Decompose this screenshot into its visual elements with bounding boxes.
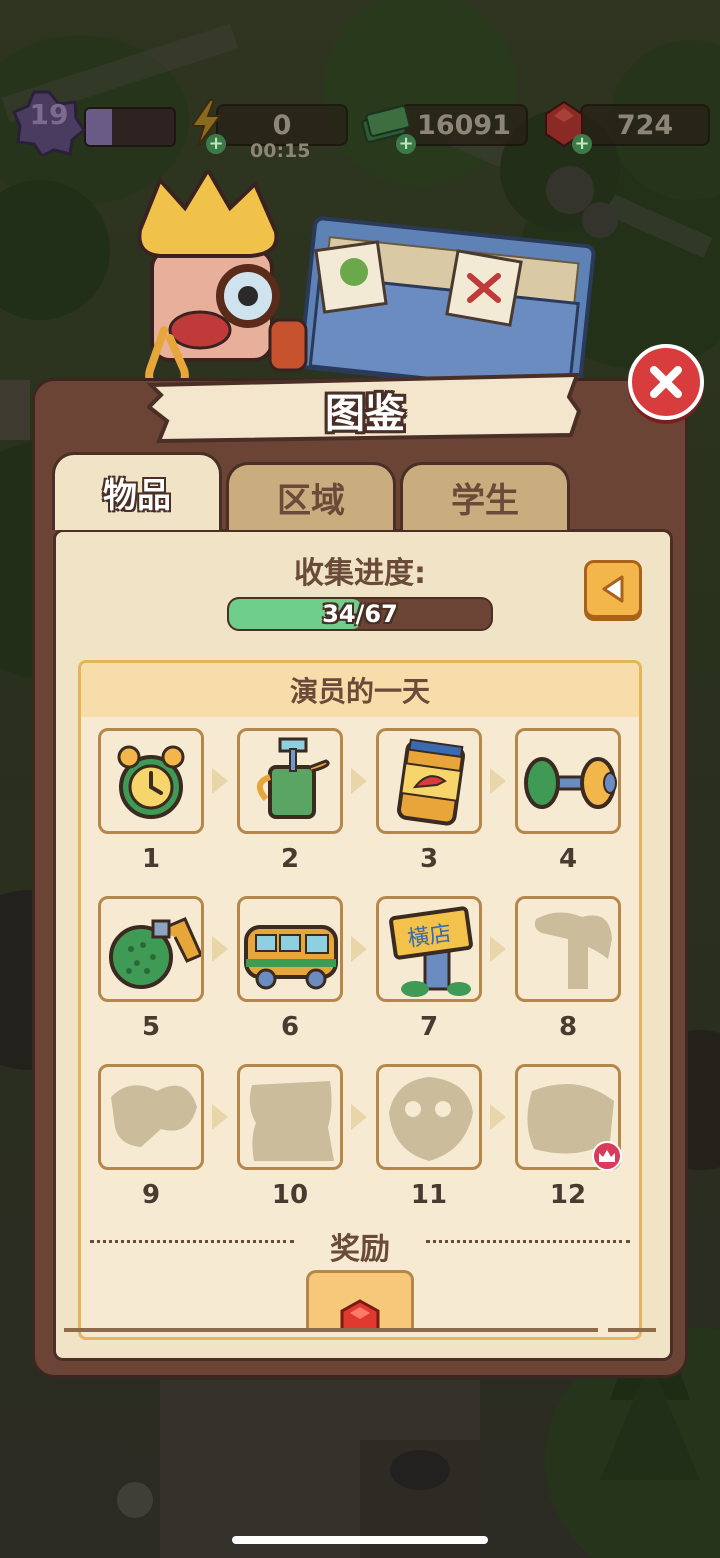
shower-head-icon: [109, 917, 201, 989]
collection-progress-text: 34/67: [322, 600, 398, 628]
alarm-clock-icon: [117, 745, 185, 819]
hengdian-sign-icon: 橫店: [389, 906, 473, 997]
crown-badge-icon: [592, 1141, 622, 1171]
sequence-arrow-icon: [351, 1104, 367, 1130]
collection-item-slot[interactable]: [515, 1064, 622, 1171]
divider: [426, 1240, 630, 1243]
sequence-arrow-icon: [351, 936, 367, 962]
collection-item-number: 7: [419, 1012, 439, 1042]
locked-silhouette-icon: [389, 1077, 473, 1161]
collection-set-title: 演员的一天: [81, 663, 639, 717]
collection-item-number: 9: [141, 1180, 161, 1210]
collection-item-number: 5: [141, 1012, 161, 1042]
collection-item-slot[interactable]: [98, 728, 204, 834]
sequence-arrow-icon: [212, 936, 228, 962]
collection-item-slot[interactable]: [376, 728, 482, 834]
xp-progress-bar: [84, 107, 176, 147]
arrow-left-icon: [602, 575, 624, 603]
ruby-gem-icon: [340, 1299, 380, 1330]
cash-value: 16091: [417, 109, 511, 141]
collection-item-slot[interactable]: [98, 896, 204, 1002]
toothbrush-cup-icon: [257, 737, 330, 819]
energy-drink-can-icon: [397, 738, 465, 826]
tab-items[interactable]: 物品: [52, 452, 222, 530]
gem-counter[interactable]: 724: [580, 104, 710, 146]
collection-item-number: 6: [280, 1012, 300, 1042]
collection-item-number: 4: [558, 844, 578, 874]
dumbbell-icon: [524, 757, 617, 809]
collection-item-number: 1: [141, 844, 161, 874]
collection-item-number: 12: [549, 1180, 587, 1210]
add-gems-icon[interactable]: +: [572, 134, 592, 154]
add-cash-icon[interactable]: +: [396, 134, 416, 154]
previous-button[interactable]: [584, 560, 642, 618]
collection-item-slot[interactable]: [376, 1064, 482, 1170]
collection-item-number: 3: [419, 844, 439, 874]
reward-title: 奖励: [330, 1232, 390, 1267]
collection-item-number: 11: [410, 1180, 448, 1210]
locked-silhouette-icon: [249, 1081, 334, 1161]
tab-students-label: 学生: [451, 481, 519, 521]
gem-value: 724: [616, 109, 674, 141]
reward-slot[interactable]: [306, 1270, 414, 1330]
collection-item-slot[interactable]: [515, 728, 621, 834]
tab-items-label: 物品: [103, 476, 171, 516]
locked-silhouette-icon: [534, 912, 612, 989]
dialog-title: 图鉴: [325, 391, 405, 437]
title-banner: 图鉴: [147, 371, 583, 443]
tab-students[interactable]: 学生: [400, 462, 570, 530]
collection-progress-bar: 34/67: [227, 597, 493, 631]
home-indicator[interactable]: [232, 1536, 488, 1544]
energy-timer: 00:15: [250, 140, 311, 162]
energy-value: 0: [272, 109, 292, 141]
top-hud: 19 0 + 00:15 16091 + 724 +: [0, 90, 720, 162]
xp-progress-fill: [86, 109, 113, 145]
divider: [64, 1328, 598, 1332]
cash-counter[interactable]: 16091: [400, 104, 528, 146]
collection-item-slot[interactable]: 橫店: [376, 896, 482, 1002]
header-illustration: [130, 166, 610, 398]
sequence-arrow-icon: [212, 768, 228, 794]
collection-item-number: 2: [280, 844, 300, 874]
collection-item-slot[interactable]: [237, 896, 343, 1002]
detective-character-icon: [137, 166, 596, 398]
collection-item-slot[interactable]: [237, 1064, 343, 1170]
add-energy-icon[interactable]: +: [206, 134, 226, 154]
level-number: 19: [29, 98, 69, 131]
collection-item-slot[interactable]: [237, 728, 343, 834]
tab-areas[interactable]: 区域: [226, 462, 396, 530]
tab-areas-label: 区域: [277, 481, 345, 521]
collection-item-slot[interactable]: [515, 896, 621, 1002]
collection-item-number: 8: [558, 1012, 578, 1042]
sequence-arrow-icon: [212, 1104, 228, 1130]
sequence-arrow-icon: [490, 768, 506, 794]
locked-silhouette-icon: [111, 1085, 197, 1147]
sequence-arrow-icon: [490, 1104, 506, 1130]
van-icon: [244, 925, 338, 990]
sequence-arrow-icon: [490, 936, 506, 962]
collection-item-slot[interactable]: [98, 1064, 204, 1170]
divider: [608, 1328, 656, 1332]
collection-item-number: 10: [271, 1180, 309, 1210]
close-button[interactable]: [628, 344, 704, 420]
sequence-arrow-icon: [351, 768, 367, 794]
close-icon: [650, 366, 682, 398]
level-badge[interactable]: 19: [12, 90, 86, 158]
